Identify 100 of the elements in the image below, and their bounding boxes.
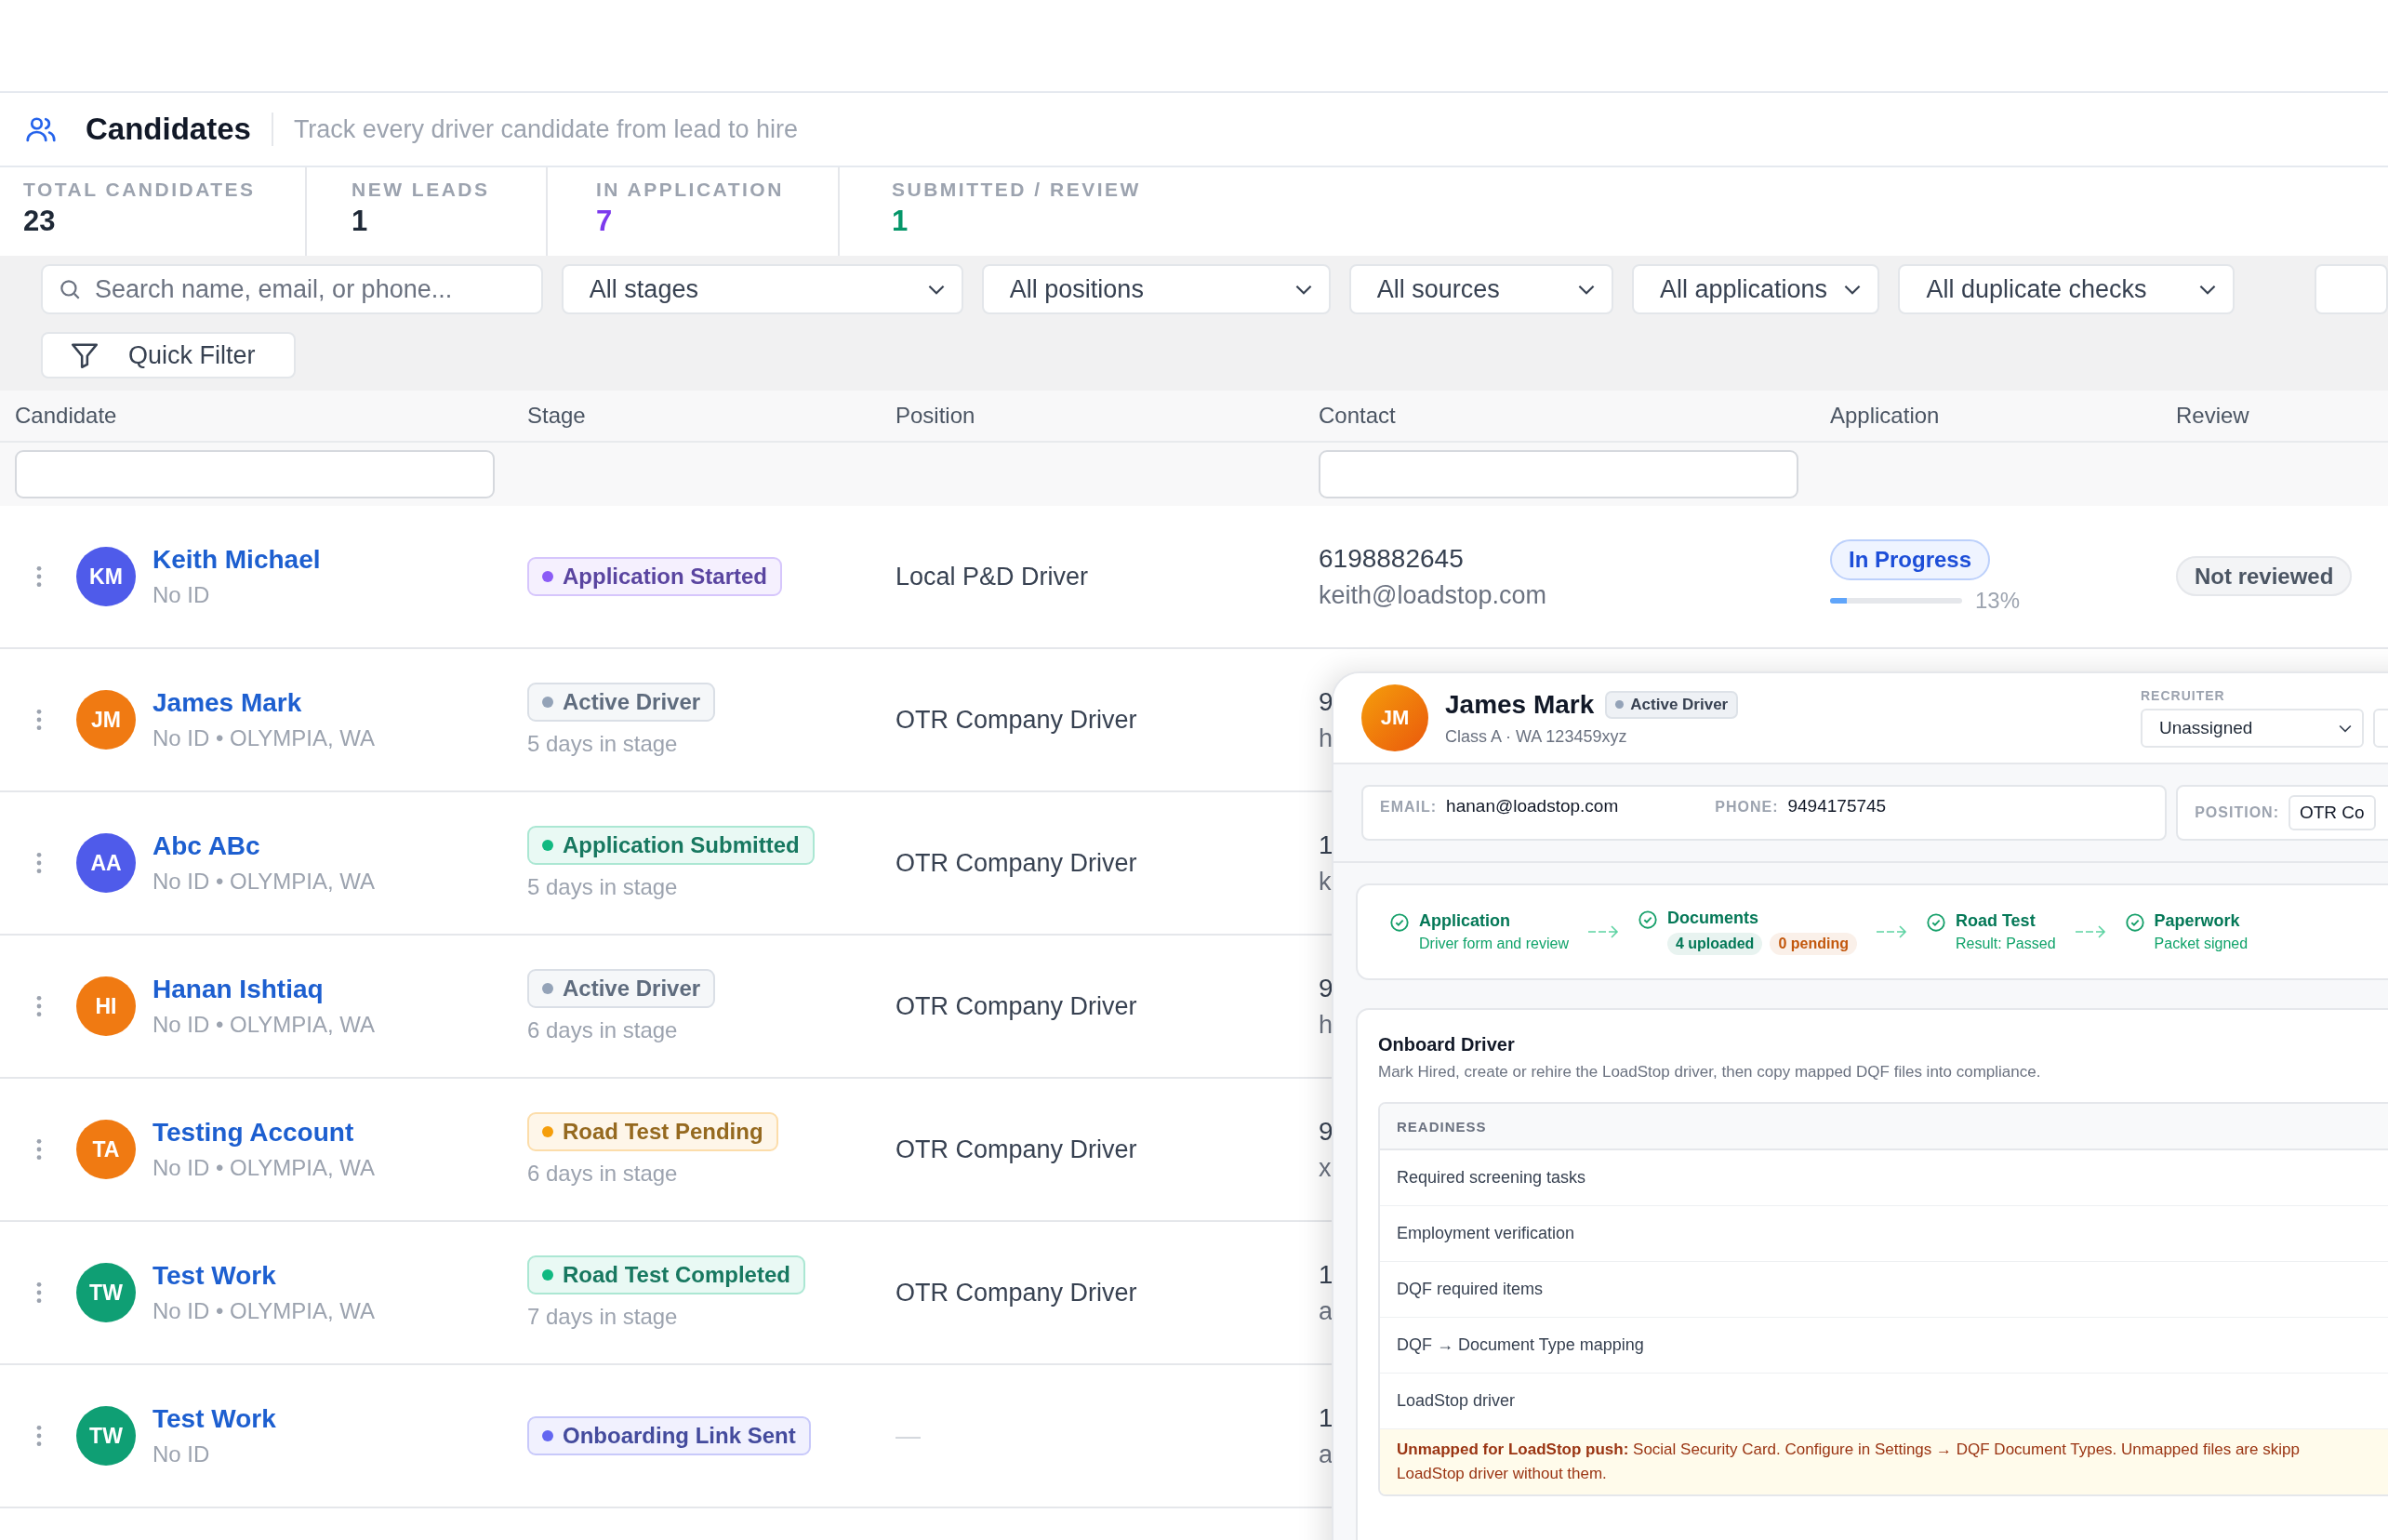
stat-value: 7 — [596, 205, 614, 238]
filter-dropdown[interactable]: All sources — [1348, 264, 1613, 314]
stage-badge: Application Submitted — [527, 826, 815, 865]
section-description: Mark Hired, create or rehire the LoadStop driver, then copy mapped DQF files into compliance. — [1378, 1063, 2042, 1082]
candidate-meta: No ID • OLYMPIA, WA — [153, 725, 376, 751]
days-in-stage: 6 days in stage — [527, 1161, 678, 1187]
check-circle-icon — [1925, 912, 1946, 933]
page-subtitle: Track every driver candidate from lead to hire — [293, 114, 799, 144]
stage-badge: Active Driver — [527, 683, 716, 722]
step-title: Road Test — [1955, 911, 2036, 931]
email-text: a — [1319, 1440, 1333, 1469]
avatar: JM — [1361, 684, 1428, 751]
step-title: Paperwork — [2154, 911, 2241, 931]
review-status-badge: Not reviewed — [2176, 556, 2353, 596]
step-title: Application — [1419, 911, 1511, 931]
candidate-name-link[interactable]: James Mark — [153, 688, 376, 718]
license-text: Class A · WA 123459xyz — [1445, 726, 1628, 747]
dashed-arrow-icon — [1875, 924, 1907, 939]
candidate-meta: No ID • OLYMPIA, WA — [153, 1298, 376, 1324]
phone-text: 6198882645 — [1319, 543, 1464, 574]
candidate-meta: No ID • OLYMPIA, WA — [153, 1155, 376, 1181]
search-field[interactable]: Search name, email, or phone... — [41, 264, 543, 314]
email-text: h — [1319, 1010, 1333, 1040]
dashed-arrow-icon — [1586, 924, 1619, 939]
column-filter-field[interactable] — [1319, 450, 1798, 498]
email-text: x — [1319, 1153, 1332, 1183]
more-options-icon[interactable] — [35, 1424, 43, 1448]
position-text: OTR Company Driver — [896, 1278, 1137, 1307]
field-label: PHONE: — [1715, 799, 1779, 816]
column-header: Position — [896, 403, 976, 429]
application-status-badge: In Progress — [1830, 539, 1991, 580]
field-label: POSITION: — [2195, 804, 2279, 821]
phone-text: 1 — [1319, 1402, 1333, 1433]
candidate-name: James Mark — [1445, 689, 1595, 720]
count-badge: 4 uploaded — [1666, 933, 1763, 955]
position-field[interactable]: OTR Co — [2288, 795, 2376, 830]
column-header: Candidate — [14, 403, 118, 429]
avatar: KM — [76, 547, 136, 606]
check-circle-icon — [2124, 912, 2145, 933]
filter-dropdown[interactable]: All duplicate checks — [1898, 264, 2235, 314]
position-text: OTR Company Driver — [896, 991, 1137, 1020]
candidate-name-link[interactable]: Test Work — [153, 1404, 276, 1434]
filter-dropdown[interactable]: All stages — [561, 264, 963, 314]
search-icon — [58, 277, 82, 301]
readiness-item: DQF required items — [1397, 1280, 1544, 1299]
check-circle-icon — [1637, 909, 1658, 930]
more-options-icon[interactable] — [35, 851, 43, 875]
section-title: Onboard Driver — [1378, 1034, 1516, 1055]
step-title: Documents — [1666, 909, 1759, 928]
stat-value: 1 — [352, 205, 369, 238]
field-label: EMAIL: — [1380, 799, 1438, 816]
quick-filter-button[interactable]: Quick Filter — [41, 332, 296, 378]
candidate-name-link[interactable]: Testing Account — [153, 1118, 376, 1148]
stat-label: TOTAL CANDIDATES — [23, 179, 257, 201]
check-circle-icon — [1389, 912, 1410, 933]
phone-text: 9 — [1319, 973, 1333, 1003]
dashed-arrow-icon — [2074, 924, 2106, 939]
candidate-meta: No ID • OLYMPIA, WA — [153, 869, 376, 895]
readiness-item: LoadStop driver — [1397, 1391, 1516, 1411]
email-text: k — [1319, 867, 1332, 896]
position-text: Local P&D Driver — [896, 562, 1089, 591]
more-options-icon[interactable] — [35, 564, 43, 589]
candidate-name-link[interactable]: Test Work — [153, 1261, 376, 1291]
candidate-name-link[interactable]: Hanan Ishtiaq — [153, 975, 376, 1004]
position-text: — — [896, 1421, 921, 1450]
column-header: Stage — [527, 403, 587, 429]
stat-label: SUBMITTED / REVIEW — [892, 179, 1141, 201]
avatar: JM — [76, 690, 136, 750]
more-options-icon[interactable] — [35, 994, 43, 1018]
filter-dropdown[interactable]: All applications — [1631, 264, 1880, 314]
days-in-stage: 7 days in stage — [527, 1304, 678, 1330]
stat-value: 23 — [23, 205, 57, 238]
stage-badge: Onboarding Link Sent — [527, 1416, 811, 1455]
more-options-icon[interactable] — [35, 708, 43, 732]
filter-dropdown[interactable]: All positions — [981, 264, 1331, 314]
field-value: 9494175745 — [1787, 796, 1887, 816]
email-text: h — [1319, 724, 1333, 753]
field-value: hanan@loadstop.com — [1446, 796, 1619, 816]
stage-badge: Active Driver — [527, 969, 716, 1008]
more-options-icon[interactable] — [35, 1281, 43, 1305]
candidate-name-link[interactable]: Abc ABc — [153, 831, 376, 861]
position-text: OTR Company Driver — [896, 848, 1137, 877]
avatar: HI — [76, 976, 136, 1036]
column-filter-field[interactable] — [15, 450, 495, 498]
column-header: Contact — [1319, 403, 1397, 429]
more-options-icon[interactable] — [35, 1137, 43, 1162]
recruiter-dropdown[interactable]: Unassigned — [2141, 709, 2364, 748]
recruiter-label: RECRUITER — [2141, 688, 2226, 703]
days-in-stage: 5 days in stage — [527, 731, 678, 757]
phone-text: 1 — [1319, 830, 1333, 860]
candidate-meta: No ID — [153, 582, 211, 608]
avatar: TW — [76, 1406, 136, 1466]
candidate-name-link[interactable]: Keith Michael — [153, 545, 321, 575]
column-header: READINESS — [1397, 1118, 1487, 1135]
count-badge: 0 pending — [1770, 933, 1857, 955]
page-title: Candidates — [86, 112, 251, 147]
stat-value: 1 — [892, 205, 909, 238]
candidate-meta: No ID — [153, 1441, 211, 1467]
step-detail: Driver form and review — [1419, 936, 1569, 952]
email-text: keith@loadstop.com — [1319, 580, 1547, 610]
